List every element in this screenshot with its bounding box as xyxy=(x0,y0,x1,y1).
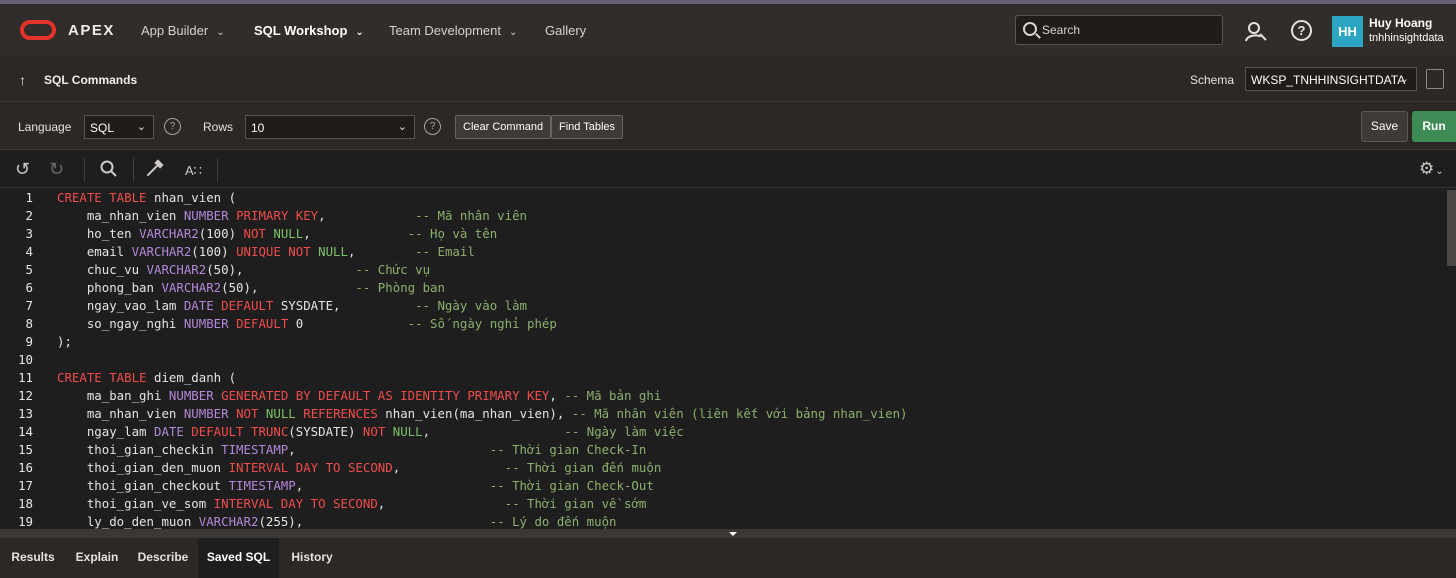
chevron-down-icon: ⌄ xyxy=(397,121,407,133)
code-editor[interactable]: 1 CREATE TABLE nhan_vien ( 2 ma_nhan_vien… xyxy=(0,188,1456,529)
chevron-down-icon: ⌄ xyxy=(136,121,146,133)
chevron-down-icon: ⌄ xyxy=(216,27,225,38)
command-toolbar: Language SQL ⌄ ? Rows 10 ⌄ ? Clear Comma… xyxy=(0,102,1456,150)
arrow-up-icon[interactable]: ↑ xyxy=(19,72,26,88)
rows-select[interactable]: 10 ⌄ xyxy=(245,115,415,139)
avatar[interactable]: HH xyxy=(1332,16,1363,47)
tab-explain[interactable]: Explain xyxy=(66,538,128,578)
oracle-logo-icon[interactable] xyxy=(20,20,56,40)
gear-icon[interactable]: ⚙⌄ xyxy=(1419,159,1444,179)
nav-sql-workshop[interactable]: SQL Workshop ⌄ xyxy=(254,23,364,38)
schema-select[interactable]: WKSP_TNHHINSIGHTDATA ⌄ xyxy=(1245,67,1417,91)
app-name[interactable]: APEX xyxy=(68,22,115,39)
user-workspace[interactable]: tnhhinsightdata xyxy=(1369,32,1444,44)
language-select[interactable]: SQL ⌄ xyxy=(84,115,154,139)
nav-gallery[interactable]: Gallery xyxy=(545,23,586,38)
page-header: ↑ SQL Commands Schema WKSP_TNHHINSIGHTDA… xyxy=(0,56,1456,102)
tab-saved-sql[interactable]: Saved SQL xyxy=(198,538,279,578)
tab-describe[interactable]: Describe xyxy=(128,538,198,578)
help-icon[interactable]: ? xyxy=(1291,20,1312,41)
chevron-down-icon: ⌄ xyxy=(1399,73,1409,85)
magic-wand-icon[interactable] xyxy=(146,163,160,177)
autocomplete-icon[interactable]: A∷ xyxy=(185,161,202,181)
undo-icon[interactable]: ↺ xyxy=(15,159,30,179)
save-button[interactable]: Save xyxy=(1361,111,1408,142)
tab-history[interactable]: History xyxy=(279,538,345,578)
language-label: Language xyxy=(18,120,72,134)
schema-label: Schema xyxy=(1190,73,1235,87)
code-line: 6 phong_ban VARCHAR2(50), -- Phòng ban xyxy=(25,280,445,295)
code-line: 11 CREATE TABLE diem_danh ( xyxy=(18,370,237,385)
search-input[interactable]: Search xyxy=(1015,15,1223,45)
user-name[interactable]: Huy Hoang xyxy=(1369,16,1432,30)
toolbar-divider xyxy=(84,158,85,182)
code-line: 10 xyxy=(18,352,33,367)
clear-command-button[interactable]: Clear Command xyxy=(455,115,552,139)
editor-toolbar: ↺ ↻ A∷ ⚙⌄ xyxy=(0,150,1456,188)
code-line: 1 CREATE TABLE nhan_vien ( xyxy=(25,190,237,205)
rows-label: Rows xyxy=(203,120,234,134)
toolbar-divider xyxy=(133,158,134,182)
run-button[interactable]: Run xyxy=(1412,111,1456,142)
nav-team-development[interactable]: Team Development ⌄ xyxy=(389,23,517,38)
toolbar-divider xyxy=(217,158,218,182)
code-line: 16 thoi_gian_den_muon INTERVAL DAY TO SE… xyxy=(18,460,662,475)
code-line: 19 ly_do_den_muon VARCHAR2(255), -- Lý d… xyxy=(18,514,617,529)
code-line: 8 so_ngay_nghi NUMBER DEFAULT 0 -- Số ng… xyxy=(25,316,557,331)
collapse-arrow-icon[interactable] xyxy=(729,532,737,536)
code-line: 14 ngay_lam DATE DEFAULT TRUNC(SYSDATE) … xyxy=(18,424,684,439)
results-tabs: Results Explain Describe Saved SQL Histo… xyxy=(0,538,1456,578)
code-line: 18 thoi_gian_ve_som INTERVAL DAY TO SECO… xyxy=(18,496,647,511)
code-line: 5 chuc_vu VARCHAR2(50), -- Chức vụ xyxy=(25,262,431,277)
nav-app-builder[interactable]: App Builder ⌄ xyxy=(141,23,225,38)
editor-scrollbar[interactable] xyxy=(1447,190,1456,266)
user-settings-icon[interactable] xyxy=(1245,21,1267,43)
chevron-down-icon: ⌄ xyxy=(355,27,364,38)
code-line: 17 thoi_gian_checkout TIMESTAMP, -- Thời… xyxy=(18,478,654,493)
help-icon[interactable]: ? xyxy=(164,118,181,135)
expand-button[interactable] xyxy=(1426,69,1444,89)
code-line: 9); xyxy=(25,334,72,349)
code-line: 13 ma_nhan_vien NUMBER NOT NULL REFERENC… xyxy=(18,406,908,421)
chevron-down-icon: ⌄ xyxy=(509,27,518,38)
code-line: 2 ma_nhan_vien NUMBER PRIMARY KEY, -- Mã… xyxy=(25,208,528,223)
search-icon xyxy=(1023,22,1037,36)
code-line: 4 email VARCHAR2(100) UNIQUE NOT NULL, -… xyxy=(25,244,475,259)
top-navigation-bar: APEX App Builder ⌄ SQL Workshop ⌄ Team Dev… xyxy=(0,4,1456,56)
code-line: 3 ho_ten VARCHAR2(100) NOT NULL, -- Họ v… xyxy=(25,226,498,241)
redo-icon[interactable]: ↻ xyxy=(49,159,64,179)
code-line: 15 thoi_gian_checkin TIMESTAMP, -- Thời … xyxy=(18,442,647,457)
page-title: SQL Commands xyxy=(44,73,138,87)
tab-results[interactable]: Results xyxy=(0,538,66,578)
find-icon[interactable] xyxy=(100,160,118,178)
splitter-handle[interactable] xyxy=(0,529,1456,538)
help-icon[interactable]: ? xyxy=(424,118,441,135)
code-line: 12 ma_ban_ghi NUMBER GENERATED BY DEFAUL… xyxy=(18,388,662,403)
code-line: 7 ngay_vao_lam DATE DEFAULT SYSDATE, -- … xyxy=(25,298,527,313)
find-tables-button[interactable]: Find Tables xyxy=(551,115,624,139)
chevron-down-icon: ⌄ xyxy=(1435,166,1444,177)
